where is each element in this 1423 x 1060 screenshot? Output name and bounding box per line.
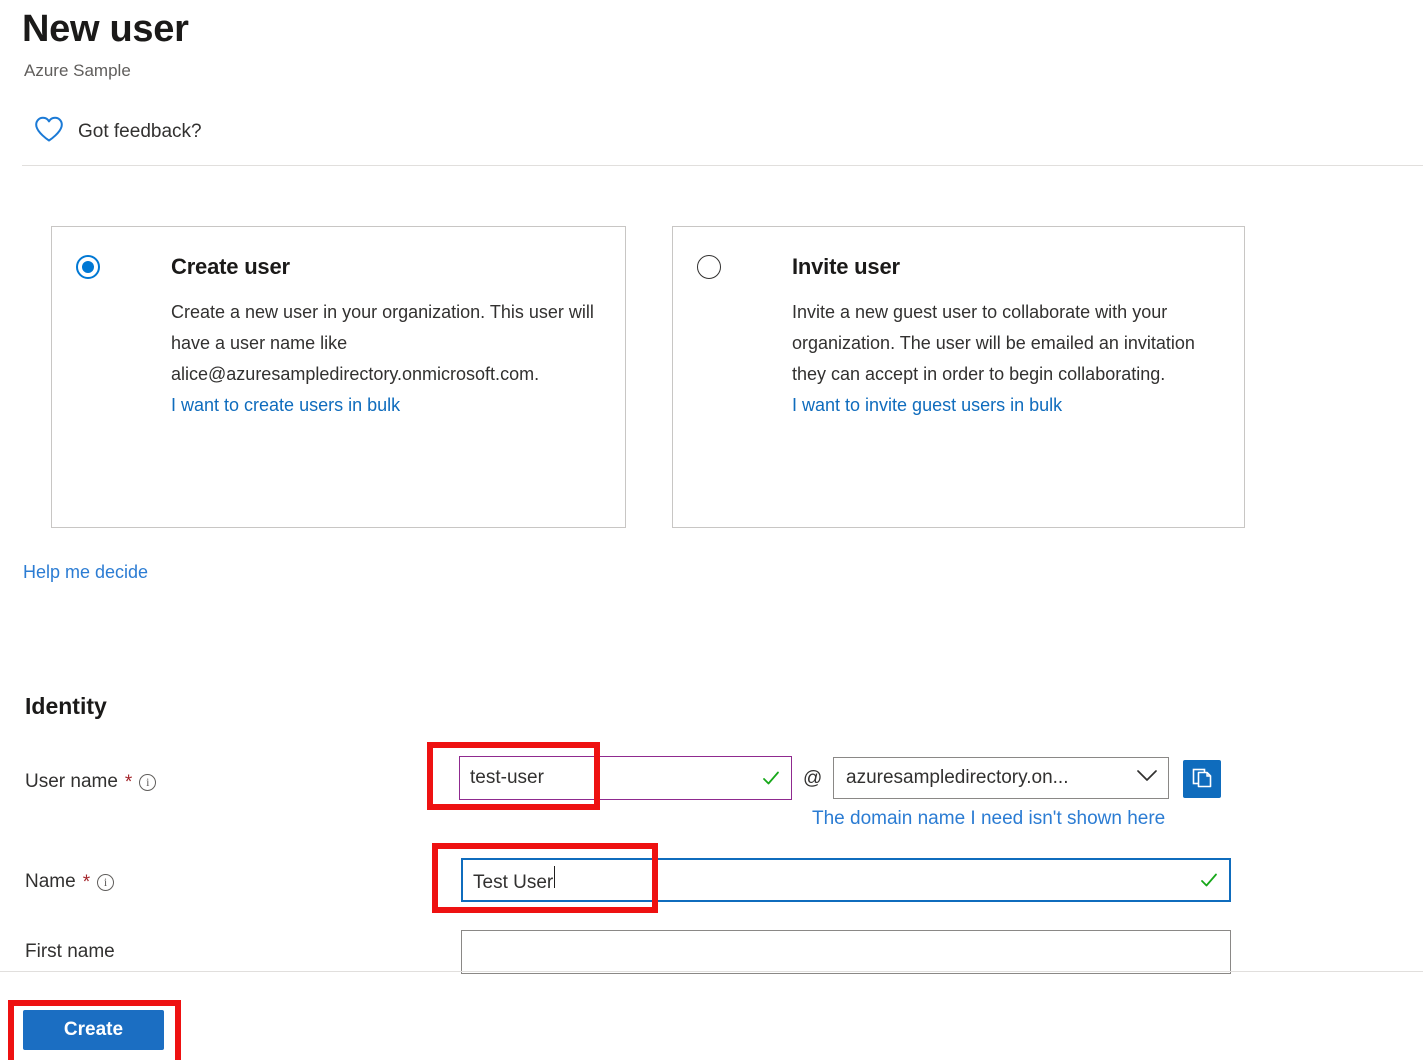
identity-heading: Identity	[25, 691, 107, 721]
create-button[interactable]: Create	[23, 1010, 164, 1050]
user-name-input[interactable]: test-user	[459, 756, 792, 800]
required-marker: *	[125, 773, 132, 792]
radio-invite-user[interactable]	[697, 255, 721, 279]
new-user-page: New user Azure Sample Got feedback? Crea…	[0, 0, 1423, 1060]
invite-user-title: Invite user	[792, 253, 1220, 281]
heart-icon	[34, 116, 64, 148]
user-name-label: User name * i	[25, 770, 156, 794]
got-feedback-label: Got feedback?	[78, 120, 202, 144]
page-title: New user	[22, 6, 189, 52]
text-caret	[554, 866, 555, 888]
radio-create-user[interactable]	[76, 255, 100, 279]
option-card-invite-user[interactable]: Invite user Invite a new guest user to c…	[672, 226, 1245, 528]
info-icon[interactable]: i	[139, 774, 156, 791]
chevron-down-icon	[1136, 767, 1158, 789]
domain-select-value: azuresampledirectory.on...	[846, 767, 1136, 789]
name-value: Test User	[473, 866, 1199, 894]
valid-check-icon	[761, 768, 781, 788]
user-name-value: test-user	[470, 767, 761, 789]
first-name-input[interactable]	[461, 930, 1231, 974]
got-feedback-button[interactable]: Got feedback?	[34, 116, 202, 148]
create-user-description: Create a new user in your organization. …	[171, 297, 601, 390]
name-label: Name * i	[25, 870, 114, 894]
invite-user-description: Invite a new guest user to collaborate w…	[792, 297, 1220, 390]
create-user-title: Create user	[171, 253, 601, 281]
domain-not-shown-link[interactable]: The domain name I need isn't shown here	[812, 808, 1165, 830]
name-input[interactable]: Test User	[461, 858, 1231, 902]
required-marker: *	[83, 873, 90, 892]
page-subtitle: Azure Sample	[24, 60, 131, 82]
option-card-create-user[interactable]: Create user Create a new user in your or…	[51, 226, 626, 528]
copy-button[interactable]	[1183, 760, 1221, 798]
name-label-text: Name	[25, 870, 76, 894]
user-name-label-text: User name	[25, 770, 118, 794]
invite-guest-users-in-bulk-link[interactable]: I want to invite guest users in bulk	[792, 390, 1062, 421]
first-name-label-text: First name	[25, 940, 115, 964]
info-icon[interactable]: i	[97, 874, 114, 891]
create-users-in-bulk-link[interactable]: I want to create users in bulk	[171, 390, 400, 421]
first-name-label: First name	[25, 940, 115, 964]
at-symbol: @	[803, 768, 822, 790]
header-divider	[22, 165, 1423, 166]
valid-check-icon	[1199, 870, 1219, 890]
copy-icon	[1190, 766, 1214, 793]
help-me-decide-link[interactable]: Help me decide	[23, 562, 148, 583]
domain-select[interactable]: azuresampledirectory.on...	[833, 757, 1169, 799]
footer-divider	[0, 971, 1423, 972]
